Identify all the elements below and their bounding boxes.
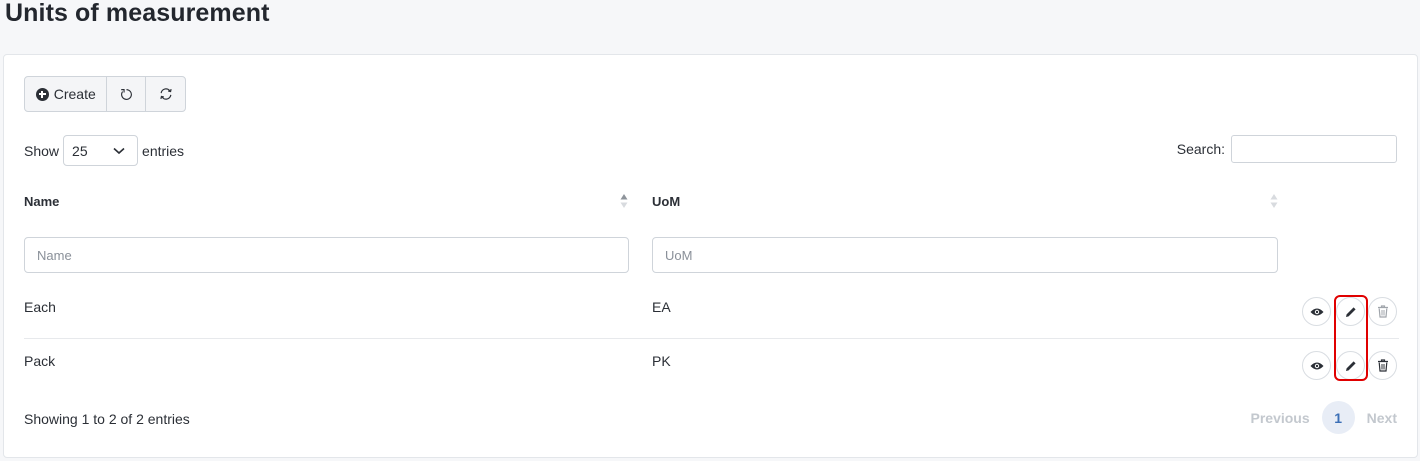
row-divider <box>24 338 1399 339</box>
sort-ascending-icon[interactable] <box>620 193 628 209</box>
create-button-label: Create <box>53 86 96 102</box>
entries-length-control: Show 25 entries <box>24 135 184 166</box>
row-1-uom: EA <box>652 299 671 315</box>
reset-button[interactable] <box>107 77 147 111</box>
entries-select-value: 25 <box>72 142 88 159</box>
search-input[interactable] <box>1231 135 1397 163</box>
entries-select[interactable]: 25 <box>63 135 139 166</box>
refresh-button[interactable] <box>146 77 185 111</box>
reset-icon <box>120 88 132 100</box>
search-label: Search: <box>1176 141 1225 157</box>
row-1-delete-button[interactable] <box>1368 297 1397 326</box>
row-2-delete-button[interactable] <box>1368 351 1397 380</box>
eye-icon <box>1310 362 1323 369</box>
row-2-name: Pack <box>24 353 56 369</box>
plus-circle-icon <box>35 87 49 101</box>
refresh-icon <box>159 88 172 100</box>
eye-icon <box>1310 308 1323 315</box>
show-label: Show <box>24 142 60 159</box>
table-info: Showing 1 to 2 of 2 entries <box>24 411 190 427</box>
toolbar-button-group: Create <box>24 76 186 112</box>
page-title: Units of measurement <box>5 0 270 27</box>
pagination-page-1[interactable]: 1 <box>1321 401 1355 434</box>
column-header-uom[interactable]: UoM <box>652 194 680 209</box>
row-2-uom: PK <box>652 353 671 369</box>
entries-label: entries <box>142 142 185 159</box>
name-filter-input[interactable] <box>24 237 629 273</box>
row-1-view-button[interactable] <box>1302 297 1331 326</box>
content-card: Create Show 25 entries Search: Name UoM … <box>3 54 1418 458</box>
column-header-name[interactable]: Name <box>24 194 59 209</box>
pagination-previous[interactable]: Previous <box>1251 410 1310 426</box>
search-control: Search: <box>1177 135 1397 163</box>
trash-icon <box>1377 305 1388 318</box>
row-1-name: Each <box>24 299 56 315</box>
uom-filter-input[interactable] <box>652 237 1278 273</box>
pagination: Previous 1 Next <box>1251 401 1397 434</box>
trash-icon <box>1377 359 1388 372</box>
create-button[interactable]: Create <box>25 77 108 111</box>
pagination-next[interactable]: Next <box>1367 410 1397 426</box>
row-2-view-button[interactable] <box>1302 351 1331 380</box>
chevron-down-icon <box>113 147 125 154</box>
edit-buttons-highlight <box>1334 295 1368 381</box>
sort-both-icon[interactable] <box>1270 193 1278 209</box>
